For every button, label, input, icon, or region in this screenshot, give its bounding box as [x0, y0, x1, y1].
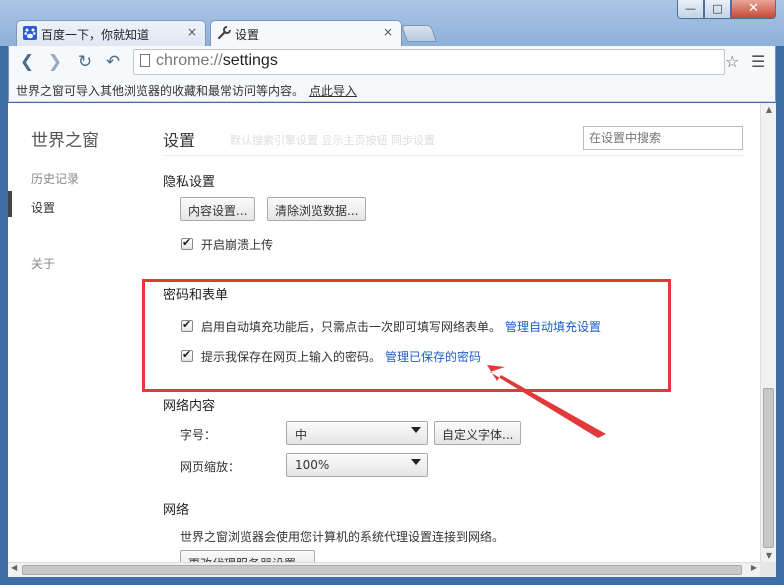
scrollbar-corner: [760, 562, 776, 577]
settings-page: 世界之窗 历史记录 设置 关于 设置 默认搜索引擎设置 显示主页按钮 同步设置 …: [8, 103, 760, 562]
import-message: 世界之窗可导入其他浏览器的收藏和最常访问等内容。: [16, 84, 305, 98]
new-tab-button[interactable]: [400, 25, 438, 42]
horizontal-scrollbar[interactable]: ◀ ▶: [8, 562, 760, 577]
minimize-button[interactable]: —: [677, 0, 704, 19]
close-button[interactable]: ✕: [731, 0, 776, 19]
url-scheme: chrome://: [156, 52, 223, 69]
address-bar[interactable]: chrome://settings: [133, 49, 725, 75]
maximize-button[interactable]: □: [704, 0, 731, 19]
back-icon[interactable]: ❮: [17, 52, 37, 72]
tab-baidu[interactable]: 百度一下，你就知道 ×: [16, 20, 206, 46]
tab-close-icon[interactable]: ×: [383, 25, 393, 39]
import-link[interactable]: 点此导入: [309, 82, 357, 99]
close-icon: ✕: [748, 1, 759, 16]
annotation-arrow: [487, 365, 606, 438]
import-bar: 世界之窗可导入其他浏览器的收藏和最常访问等内容。 点此导入: [8, 78, 776, 102]
scroll-down-icon[interactable]: ▼: [761, 551, 777, 560]
wrench-icon: [217, 26, 231, 40]
tab-title: 设置: [235, 28, 260, 42]
scroll-right-icon[interactable]: ▶: [751, 563, 757, 572]
reload-icon[interactable]: ↻: [75, 52, 95, 72]
url-text: chrome://settings: [156, 52, 278, 70]
page-icon: [140, 54, 150, 67]
star-icon[interactable]: ☆: [725, 52, 739, 71]
scroll-up-icon[interactable]: ▲: [761, 105, 777, 114]
url-host: settings: [222, 52, 278, 69]
tab-title: 百度一下，你就知道: [41, 28, 150, 42]
paw-icon: [23, 26, 37, 40]
maximize-icon: □: [712, 2, 723, 15]
undo-icon[interactable]: ↶: [103, 52, 123, 72]
scroll-thumb[interactable]: [763, 388, 774, 548]
menu-icon[interactable]: ☰: [751, 52, 765, 71]
minimize-icon: —: [685, 2, 696, 15]
scroll-thumb[interactable]: [22, 565, 742, 575]
tab-settings[interactable]: 设置 ×: [210, 20, 402, 46]
tab-close-icon[interactable]: ×: [187, 25, 197, 39]
browser-window: — □ ✕ 百度一下，你就知道 × 设置 × ❮ ❯ ↻ ↶ chrome://…: [0, 0, 784, 585]
scroll-left-icon[interactable]: ◀: [11, 563, 17, 572]
toolbar: ❮ ❯ ↻ ↶ chrome://settings ☆ ☰: [8, 46, 776, 78]
forward-icon[interactable]: ❯: [45, 52, 65, 72]
vertical-scrollbar[interactable]: ▲ ▼: [760, 103, 776, 562]
